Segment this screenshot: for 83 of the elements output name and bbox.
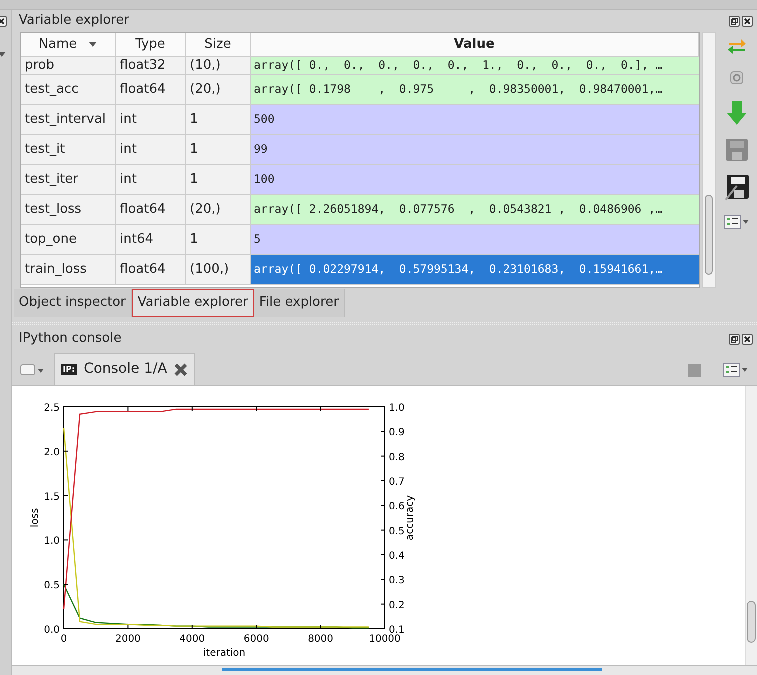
value-cell[interactable]: 500 (251, 105, 699, 134)
y-tick-label: 0.9 (389, 428, 405, 439)
pane-tab[interactable]: Object inspector (14, 289, 132, 317)
horizontal-scrollbar[interactable] (222, 668, 602, 671)
y-tick-label: 1.5 (44, 492, 60, 503)
x-tick-label: 0 (60, 634, 68, 645)
panel-title: IPython console (19, 330, 123, 348)
value-cell[interactable]: array([ 0.02297914, 0.57995134, 0.23101683, 0.15941661,… (251, 255, 699, 284)
y-axis-label: loss (30, 508, 41, 528)
value-cell[interactable]: 99 (251, 135, 699, 164)
column-header[interactable]: Value (251, 33, 699, 56)
y-tick-label: 0.7 (389, 477, 405, 488)
y-tick-label: 0.5 (389, 526, 405, 538)
table-cell: test_loss (21, 195, 116, 224)
y-tick-label: 2.5 (44, 403, 60, 414)
pane-tab[interactable]: File explorer (254, 289, 345, 317)
table-cell: 1 (186, 225, 251, 254)
console-tab[interactable]: IP: Console 1/A (54, 353, 196, 385)
x-tick-label: 6000 (244, 634, 270, 645)
close-icon[interactable] (742, 334, 753, 344)
value-cell[interactable]: array([ 2.26051894, 0.077576 , 0.0543821 , 0.0486906 ,… (251, 195, 699, 224)
pane-tab[interactable]: Variable explorer (132, 289, 254, 317)
options-menu-icon[interactable] (723, 363, 749, 377)
undock-icon[interactable] (729, 16, 740, 26)
y-axis-label: accuracy (405, 495, 416, 541)
x-axis-label: iteration (203, 648, 246, 659)
table-cell: (20,) (186, 75, 251, 104)
table-cell: int (116, 165, 186, 194)
table-cell: float64 (116, 195, 186, 224)
table-cell: test_iter (21, 165, 116, 194)
console-badge: IP: (61, 364, 78, 375)
close-icon[interactable] (174, 362, 188, 376)
scrollbar-thumb[interactable] (705, 195, 713, 275)
value-cell[interactable]: 5 (251, 225, 699, 254)
y-tick-label: 0.6 (389, 502, 405, 513)
console-tab-label: Console 1/A (84, 360, 168, 379)
save-as-icon[interactable] (724, 175, 748, 201)
options-menu-icon[interactable] (724, 215, 750, 229)
close-icon[interactable] (742, 16, 753, 26)
table-cell: int (116, 105, 186, 134)
value-cell[interactable]: 100 (251, 165, 699, 194)
column-header[interactable]: Name (21, 33, 116, 56)
table-cell: (10,) (186, 57, 251, 74)
x-tick-label: 2000 (115, 634, 141, 645)
table-cell: int64 (116, 225, 186, 254)
table-cell: train_loss (21, 255, 116, 284)
table-cell: (100,) (186, 255, 251, 284)
table-cell: float64 (116, 75, 186, 104)
y-tick-label: 0.1 (389, 625, 405, 636)
y-tick-label: 0.5 (44, 580, 60, 592)
y-tick-label: 2.0 (44, 447, 60, 458)
table-cell: test_interval (21, 105, 116, 134)
table-cell: 1 (186, 105, 251, 134)
y-tick-label: 0.4 (389, 551, 405, 562)
y-tick-label: 1.0 (44, 536, 60, 548)
undock-icon[interactable] (729, 334, 740, 344)
value-cell[interactable]: array([ 0.1798 , 0.975 , 0.98350001, 0.98470001,… (251, 75, 699, 104)
table-cell: float32 (116, 57, 186, 74)
y-tick-label: 0.3 (389, 576, 405, 587)
column-header[interactable]: Size (186, 33, 251, 56)
y-tick-label: 1.0 (389, 403, 405, 414)
x-tick-label: 8000 (308, 634, 334, 645)
y-tick-label: 0.2 (389, 600, 405, 612)
table-cell: top_one (21, 225, 116, 254)
table-cell: (20,) (186, 195, 251, 224)
table-cell: float64 (116, 255, 186, 284)
table-cell: prob (21, 57, 116, 74)
table-cell: 1 (186, 135, 251, 164)
column-header[interactable]: Type (116, 33, 186, 56)
table-cell: test_acc (21, 75, 116, 104)
scrollbar-thumb[interactable] (747, 601, 756, 643)
x-tick-label: 10000 (369, 634, 401, 645)
caret-icon (0, 52, 6, 57)
panel-title: Variable explorer (19, 12, 130, 30)
y-tick-label: 0.8 (389, 452, 405, 464)
sort-icon (89, 42, 98, 47)
table-cell: test_it (21, 135, 116, 164)
x-tick-label: 4000 (180, 634, 206, 645)
y-tick-label: 0.0 (44, 625, 60, 636)
browse-tabs-icon[interactable] (20, 364, 46, 376)
value-cell[interactable]: array([ 0., 0., 0., 0., 0., 1., 0., 0., 0., 0.], … (251, 57, 699, 74)
table-cell: int (116, 135, 186, 164)
table-cell: 1 (186, 165, 251, 194)
